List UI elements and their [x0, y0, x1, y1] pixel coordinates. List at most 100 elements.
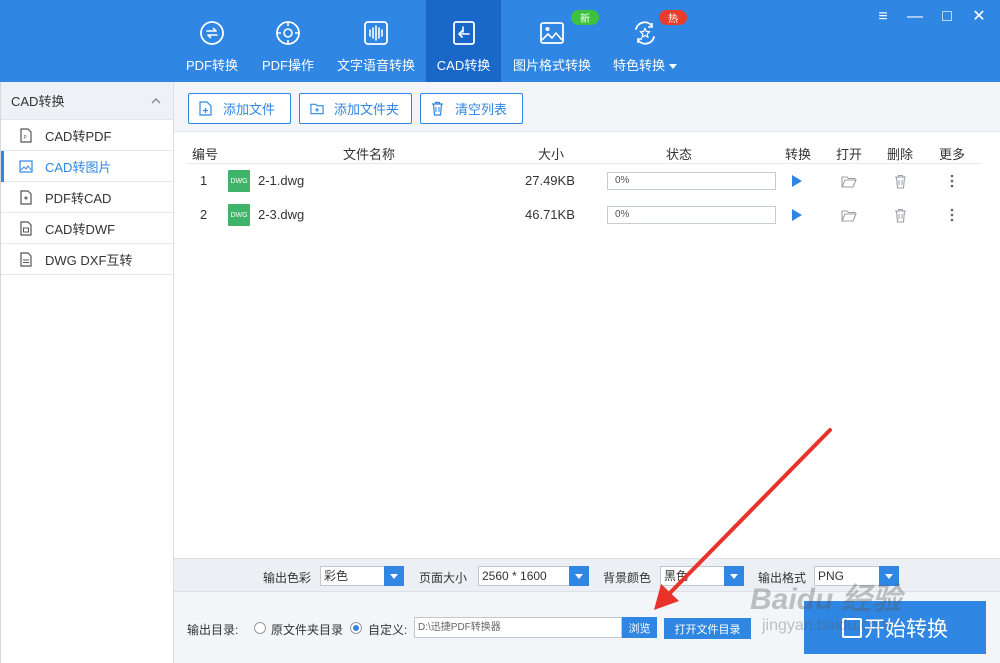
- chevron-down-icon: [384, 566, 404, 586]
- hot-badge: 热: [659, 10, 687, 25]
- sidebar-item-cad-to-pdf[interactable]: P CAD转PDF: [1, 120, 173, 151]
- tab-label: PDF转换: [185, 58, 238, 73]
- page-size-select[interactable]: 2560 * 1600: [478, 566, 589, 586]
- table-row[interactable]: 2 DWG 2-3.dwg 46.71KB 0%: [188, 198, 980, 232]
- format-select[interactable]: PNG: [814, 566, 899, 586]
- start-convert-button[interactable]: 开始转换: [804, 601, 986, 654]
- window-controls: ≡ — □ ✕: [874, 8, 988, 26]
- file-name: 2-3.dwg: [258, 207, 305, 222]
- sidebar-item-cad-to-image[interactable]: CAD转图片: [1, 151, 173, 182]
- custom-folder-label: 自定义:: [368, 623, 408, 637]
- row-number: 1: [200, 173, 208, 188]
- header-num: 编号: [192, 147, 219, 162]
- chevron-down-icon: [669, 64, 677, 70]
- trash-icon: [431, 101, 445, 117]
- add-file-icon: [199, 101, 213, 117]
- progress-bar: 0%: [607, 206, 776, 224]
- radio-custom-folder[interactable]: [350, 622, 362, 634]
- table-row[interactable]: 1 DWG 2-1.dwg 27.49KB 0%: [188, 164, 980, 198]
- document-icon: [19, 220, 33, 236]
- minimize-button[interactable]: —: [906, 8, 924, 26]
- sidebar-title: CAD转换: [11, 94, 65, 109]
- star-convert-icon: [632, 20, 658, 46]
- background-select[interactable]: 黑色: [660, 566, 744, 586]
- pdf-convert-icon: [199, 20, 225, 46]
- browse-button[interactable]: 浏览: [622, 617, 657, 638]
- new-badge: 新: [571, 10, 599, 25]
- tab-image-format[interactable]: 新 图片格式转换: [501, 0, 603, 82]
- output-path-field[interactable]: D:\迅捷PDF转换器: [414, 617, 622, 638]
- header-open: 打开: [836, 147, 863, 162]
- dwg-file-icon: DWG: [228, 204, 250, 226]
- open-folder-icon[interactable]: [840, 172, 858, 190]
- color-label: 输出色彩: [263, 571, 312, 585]
- tab-label: 特色转换: [613, 55, 677, 74]
- sidebar-item-label: CAD转图片: [45, 159, 112, 175]
- add-file-button[interactable]: 添加文件: [188, 93, 291, 124]
- tab-special-convert[interactable]: 热 特色转换: [603, 0, 687, 82]
- sidebar-header[interactable]: CAD转换: [1, 82, 173, 120]
- toolbar: 添加文件 添加文件夹 清空列表: [174, 82, 1000, 132]
- add-folder-button[interactable]: 添加文件夹: [299, 93, 412, 124]
- original-folder-label: 原文件夹目录: [271, 623, 344, 637]
- header-delete: 删除: [887, 147, 914, 162]
- sidebar-item-dwg-dxf[interactable]: DWG DXF互转: [1, 244, 173, 275]
- file-size: 27.49KB: [525, 173, 575, 188]
- chevron-down-icon: [724, 566, 744, 586]
- sidebar-item-label: PDF转CAD: [45, 190, 112, 206]
- row-number: 2: [200, 207, 208, 222]
- output-settings-bar: 输出色彩 彩色 页面大小 2560 * 1600 背景颜色 黑色 输出格式 PN…: [174, 558, 1000, 592]
- open-folder-icon[interactable]: [840, 206, 858, 224]
- radio-original-folder[interactable]: [254, 622, 266, 634]
- play-icon[interactable]: [788, 206, 806, 224]
- sidebar-item-label: CAD转PDF: [45, 128, 112, 144]
- sidebar: CAD转换 P CAD转PDF CAD转图片 PDF转CAD CAD转DWF D…: [0, 82, 174, 663]
- image-icon: [539, 20, 565, 46]
- tab-pdf-convert[interactable]: PDF转换: [174, 0, 250, 82]
- document-icon: P: [19, 127, 33, 143]
- header-name: 文件名称: [343, 147, 396, 162]
- clear-list-button[interactable]: 清空列表: [420, 93, 523, 124]
- tab-text-voice[interactable]: 文字语音转换: [326, 0, 426, 82]
- sidebar-item-label: DWG DXF互转: [45, 252, 133, 268]
- svg-text:P: P: [24, 135, 28, 141]
- trash-icon[interactable]: [891, 206, 909, 224]
- file-table-header: 编号 文件名称 大小 状态 转换 打开 删除 更多: [188, 140, 980, 164]
- tab-label: 图片格式转换: [512, 58, 591, 73]
- color-select[interactable]: 彩色: [320, 566, 404, 586]
- play-icon[interactable]: [788, 172, 806, 190]
- trash-icon[interactable]: [891, 172, 909, 190]
- sidebar-item-cad-to-dwf[interactable]: CAD转DWF: [1, 213, 173, 244]
- dwg-file-icon: DWG: [228, 170, 250, 192]
- pdf-operate-icon: [275, 20, 301, 46]
- open-directory-button[interactable]: 打开文件目录: [664, 618, 751, 639]
- output-dir-label: 输出目录:: [187, 623, 239, 637]
- main-panel: 添加文件 添加文件夹 清空列表 编号 文件名称 大小 状态 转换 打开 删除 更…: [174, 82, 1000, 663]
- background-label: 背景颜色: [603, 571, 652, 585]
- chevron-up-icon: [151, 98, 161, 104]
- progress-bar: 0%: [607, 172, 776, 190]
- top-navigation-bar: PDF转换 PDF操作 文字语音转换 CAD转换 新 图片格式转换 热 特色转换…: [0, 0, 1000, 82]
- tab-cad-convert[interactable]: CAD转换: [426, 0, 501, 82]
- sidebar-item-pdf-to-cad[interactable]: PDF转CAD: [1, 182, 173, 213]
- chevron-down-icon: [569, 566, 589, 586]
- output-directory-panel: 输出目录: 原文件夹目录 自定义: D:\迅捷PDF转换器 浏览 打开文件目录 …: [174, 592, 1000, 663]
- close-button[interactable]: ✕: [970, 8, 988, 26]
- tab-label: CAD转换: [436, 58, 491, 73]
- tab-label: 文字语音转换: [336, 58, 415, 73]
- maximize-button[interactable]: □: [938, 8, 956, 26]
- page-size-label: 页面大小: [419, 571, 468, 585]
- more-icon[interactable]: [943, 172, 961, 190]
- tab-label: PDF操作: [261, 58, 314, 73]
- main-tabs: PDF转换 PDF操作 文字语音转换 CAD转换 新 图片格式转换 热 特色转换: [174, 0, 687, 82]
- start-icon: [842, 617, 862, 638]
- more-icon[interactable]: [943, 206, 961, 224]
- header-convert: 转换: [785, 147, 812, 162]
- chevron-down-icon: [879, 566, 899, 586]
- format-label: 输出格式: [758, 571, 807, 585]
- document-icon: [19, 251, 33, 267]
- menu-icon[interactable]: ≡: [874, 8, 892, 26]
- header-status: 状态: [666, 147, 693, 162]
- tab-pdf-operate[interactable]: PDF操作: [250, 0, 326, 82]
- header-size: 大小: [538, 147, 565, 162]
